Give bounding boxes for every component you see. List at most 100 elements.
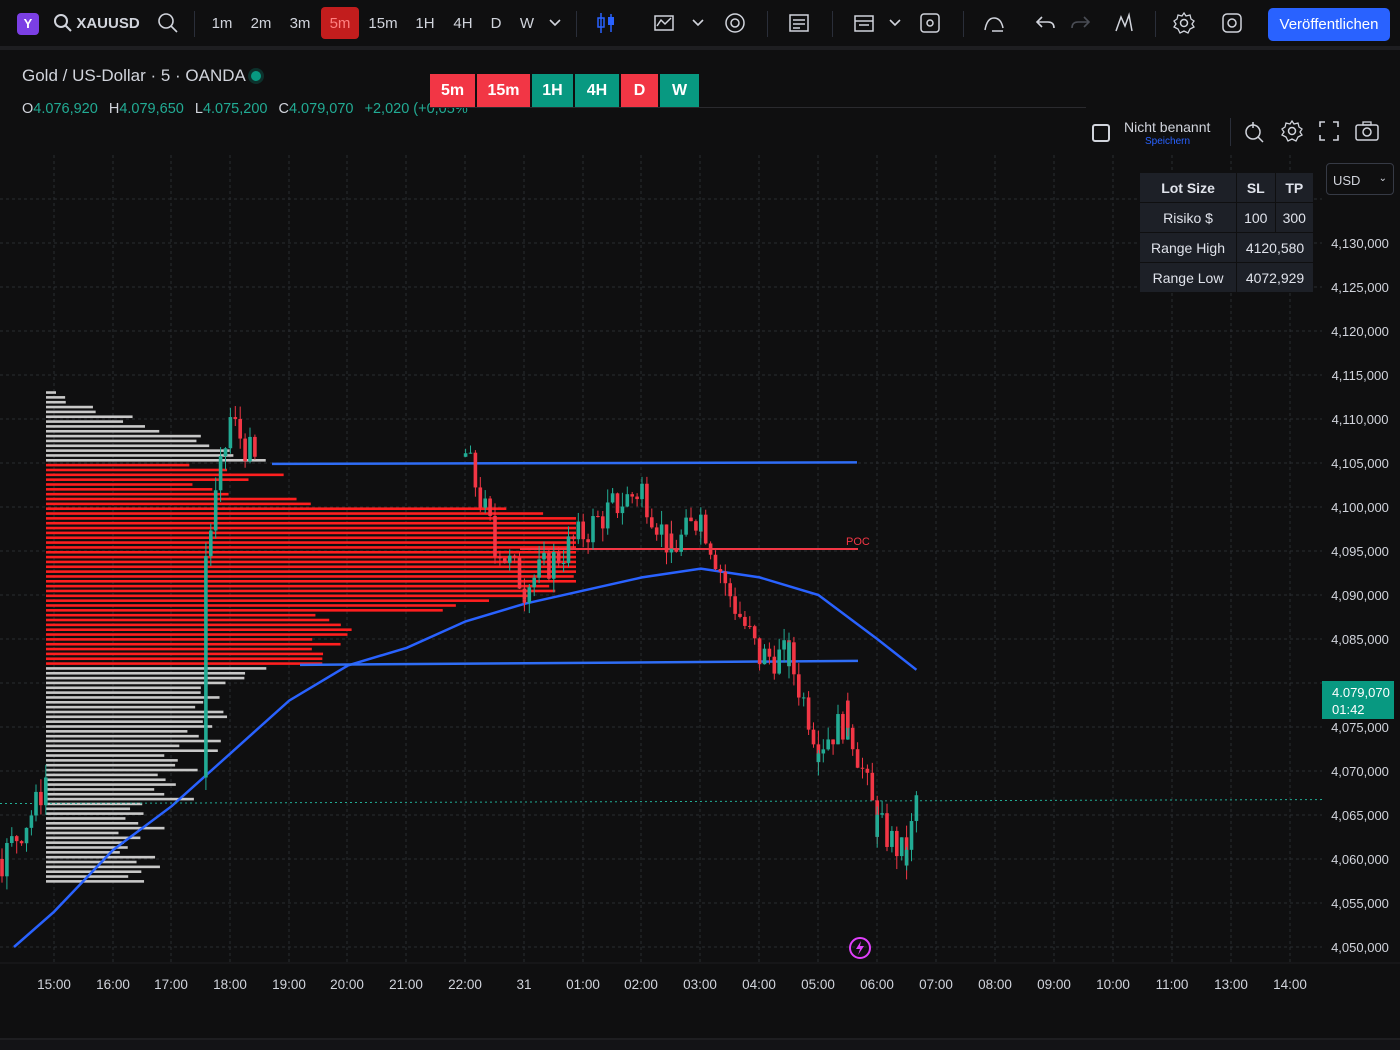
undo-icon[interactable] (1032, 0, 1058, 46)
profile-bar (46, 792, 165, 796)
profile-bar (46, 855, 156, 859)
candle-down (772, 656, 777, 674)
candle-down (517, 557, 522, 589)
interval-1h[interactable]: 1H (408, 0, 442, 46)
interval-w[interactable]: W (514, 0, 540, 46)
symbol-legend-title[interactable]: Gold / US-Dollar · 5 · OANDA (22, 66, 246, 86)
layout-icon[interactable] (850, 0, 878, 46)
indicators-chevron-icon[interactable] (690, 0, 706, 46)
candle-down (757, 638, 762, 648)
symbol-search-icon[interactable] (52, 0, 74, 46)
candle-up (591, 516, 595, 543)
snapshot-camera-icon[interactable] (1218, 0, 1246, 46)
chart-settings-gear-icon[interactable] (1281, 120, 1303, 142)
candles-chart-type-icon[interactable] (592, 0, 622, 46)
trend-d[interactable]: D (621, 74, 658, 107)
high-label: H (108, 101, 120, 117)
profile-bar (46, 730, 188, 733)
compare-search-icon[interactable] (156, 0, 180, 46)
candle-down (243, 438, 247, 462)
candle-up (826, 739, 830, 750)
indicators-icon[interactable] (650, 0, 678, 46)
symbol-name[interactable]: XAUUSD (76, 0, 139, 46)
profile-bar-value-area (46, 502, 311, 506)
profile-bar (46, 454, 234, 457)
profile-bar (46, 754, 165, 757)
profile-bar-value-area (46, 657, 323, 661)
currency-select[interactable]: USD ⌄ (1326, 163, 1394, 195)
interval-5m-selected[interactable]: 5m (321, 7, 359, 39)
candle-down (493, 545, 497, 557)
interval-3m[interactable]: 3m (283, 0, 317, 46)
interval-2m[interactable]: 2m (244, 0, 278, 46)
trend-5m[interactable]: 5m (430, 74, 475, 107)
profile-bar-value-area (46, 497, 297, 501)
templates-icon[interactable] (785, 0, 813, 46)
trend-w[interactable]: W (660, 74, 699, 107)
save-layout-link[interactable]: Speichern (1145, 136, 1190, 147)
price-tick-label: 4,075,000 (1331, 720, 1389, 735)
time-tick-label: 19:00 (272, 977, 306, 992)
high-value: 4.079,650 (119, 101, 184, 117)
profile-bar (46, 405, 93, 409)
profile-bar (46, 817, 126, 820)
candle-down (674, 548, 679, 552)
candle-down (718, 569, 723, 572)
risk-info-table: Lot Size SL TP Risiko $ 100 300 Range Hi… (1138, 172, 1315, 293)
time-tick-label: 16:00 (96, 977, 130, 992)
interval-4h[interactable]: 4H (446, 0, 480, 46)
time-tick-label: 06:00 (860, 977, 894, 992)
replay-icon[interactable] (916, 0, 944, 46)
candle-up (552, 551, 556, 579)
price-tick-label: 4,110,000 (1332, 412, 1389, 427)
fullscreen-icon[interactable] (1319, 121, 1339, 141)
candle-up (762, 648, 767, 665)
interval-d[interactable]: D (484, 0, 508, 46)
profile-bar (46, 807, 131, 811)
price-tick-label: 4,070,000 (1331, 764, 1389, 779)
bar-countdown: 01:42 (1332, 702, 1365, 717)
low-label: L (194, 101, 203, 117)
interval-15m[interactable]: 15m (364, 0, 402, 46)
trend-15m[interactable]: 15m (477, 74, 530, 107)
profile-bar (46, 705, 196, 709)
pine-editor-icon[interactable] (1110, 0, 1138, 46)
interval-dropdown-chevron-icon[interactable] (546, 0, 564, 46)
candle-down (601, 516, 605, 529)
candle-down (669, 533, 674, 549)
time-tick-label: 31 (516, 977, 531, 992)
app-logo[interactable]: Y (17, 13, 39, 35)
profile-bar-value-area (46, 633, 348, 636)
candle-down (571, 536, 576, 540)
candle-down (752, 626, 757, 639)
redo-icon[interactable] (1068, 0, 1094, 46)
candle-down (503, 558, 507, 563)
settings-gear-icon[interactable] (1170, 0, 1198, 46)
profile-bar (46, 415, 133, 419)
candle-up (610, 493, 615, 495)
candle-up (640, 483, 644, 487)
quick-search-icon[interactable] (1243, 120, 1265, 144)
alerts-clock-icon[interactable] (721, 0, 749, 46)
camera-icon[interactable] (1355, 121, 1379, 141)
layout-chevron-icon[interactable] (887, 0, 903, 46)
publish-button[interactable]: Veröffentlichen (1268, 8, 1390, 41)
layout-name[interactable]: Nicht benannt (1124, 119, 1210, 135)
price-tick-label: 4,065,000 (1331, 808, 1389, 823)
candle-down (596, 516, 600, 518)
interval-1m[interactable]: 1m (205, 0, 239, 46)
profile-bar (46, 391, 56, 394)
time-tick-label: 01:00 (566, 977, 600, 992)
candle-down (14, 836, 19, 842)
profile-bar-value-area (46, 492, 229, 496)
drawing-tools-icon[interactable] (980, 0, 1008, 46)
candle-up (527, 587, 532, 603)
trend-1h[interactable]: 1H (532, 74, 573, 107)
trend-4h[interactable]: 4H (575, 74, 619, 107)
layout-checkbox[interactable] (1092, 124, 1110, 142)
profile-bar-value-area (46, 580, 576, 583)
profile-bar (46, 778, 166, 782)
candle-up (836, 714, 840, 745)
price-tick-label: 4,115,000 (1332, 368, 1389, 383)
mtf-trend-buttons: 5m 15m 1H 4H D W (430, 74, 699, 107)
